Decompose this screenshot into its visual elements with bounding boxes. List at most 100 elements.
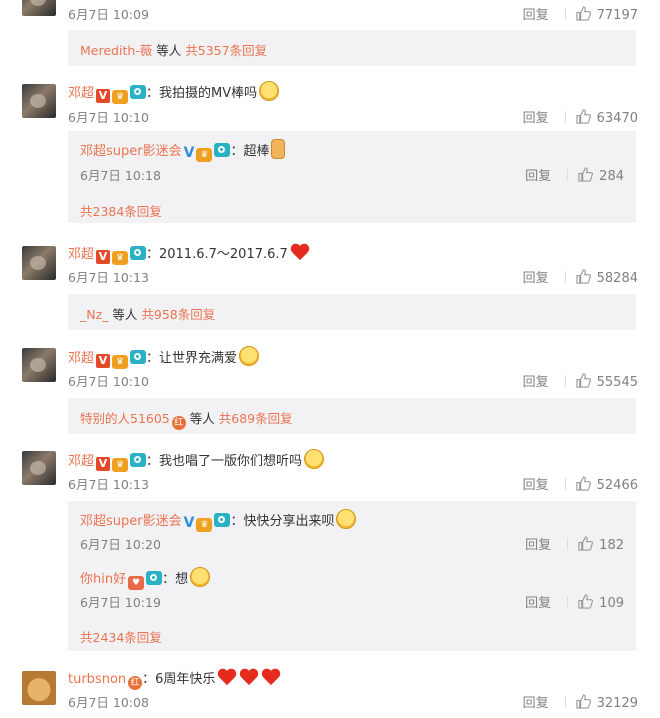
reply-button[interactable]: 回复 [525,169,551,184]
more-replies-link[interactable]: 共5357条回复 [185,43,267,58]
reply-text: ：想 [162,572,189,587]
comment-body: turbsnon 红：6周年快乐 [68,668,281,690]
like-button[interactable]: 284 [578,167,624,184]
user-name[interactable]: 邓超 [68,86,94,101]
user-name[interactable]: 邓超 [68,247,94,262]
like-count: 109 [599,596,624,611]
smile-face-icon [259,81,280,101]
reply-text: ：超棒 [230,144,270,159]
camera-badge-icon [146,571,163,585]
divider [567,538,569,550]
comment-1: 邓超 V ♛ ：我拍摄的MV棒吗 6月7日 10:10 回复 63470 邓超super… [0,76,660,226]
like-count: 63470 [596,111,638,126]
thumbs-up-icon [576,373,591,388]
camera-badge-icon [130,350,147,364]
like-count: 284 [599,169,624,184]
reply-actions: 回复 109 [525,592,624,611]
like-count: 182 [599,538,624,553]
comment-text: ：6周年快乐 [142,672,216,687]
like-count: 52466 [596,478,638,493]
avatar[interactable] [22,246,56,280]
reply-body: 邓超super影迷会 V ♛ ：超棒 [80,139,286,162]
more-replies-link[interactable]: 共2434条回复 [80,630,162,645]
reply-user-link[interactable]: _Nz_ [80,307,108,322]
reply-summary: Meredith-薇 等人 共5357条回复 [80,40,267,59]
comment-time: 6月7日 10:13 [68,270,149,285]
smile-face-icon [239,346,260,366]
user-name[interactable]: turbsnon [68,672,126,687]
user-name[interactable]: 邓超super影迷会 [80,514,182,529]
level-badge-icon: 红 [171,416,186,430]
user-name[interactable]: 邓超super影迷会 [80,144,182,159]
reply-summary: 共2434条回复 [80,627,162,646]
avatar[interactable] [22,0,56,16]
reply-button[interactable]: 回复 [523,8,549,23]
reply-button[interactable]: 回复 [523,111,549,126]
avatar[interactable] [22,451,56,485]
reply-button[interactable]: 回复 [523,478,549,493]
like-button[interactable]: 55545 [576,373,638,390]
comment-time: 6月7日 10:09 [68,7,149,22]
reply-actions: 回复 182 [525,534,624,553]
like-button[interactable]: 52466 [576,476,638,493]
divider [564,478,566,490]
reply-summary-box: 特别的人51605 红 等人 共689条回复 [68,398,636,434]
reply-user-link[interactable]: Meredith-薇 [80,43,152,58]
comment-time: 6月7日 10:08 [68,695,149,710]
etc-label: 等人 [189,411,215,426]
comment-4: 邓超 V ♛ ：我也唱了一版你们想听吗 6月7日 10:13 回复 52466 邓超su… [0,445,660,655]
thumbs-up-icon [578,536,594,551]
comment-text: ：我也唱了一版你们想听吗 [146,454,303,469]
divider [567,169,569,181]
avatar[interactable] [22,348,56,382]
reply-summary-box: _Nz_ 等人 共958条回复 [68,294,636,330]
more-replies-link[interactable]: 共689条回复 [219,411,293,426]
like-count: 58284 [596,271,638,286]
comment-actions: 回复 63470 [523,107,638,126]
crown-badge-icon: ♛ [112,458,129,472]
reply-button[interactable]: 回复 [525,596,551,611]
comment-text: ：2011.6.7～2017.6.7 [146,247,288,262]
reply-box: 邓超super影迷会 V ♛ ：超棒 6月7日 10:18 回复 284 共2384条回… [68,131,636,223]
more-replies-link[interactable]: 共958条回复 [141,307,215,322]
camera-badge-icon [130,453,147,467]
comment-body: 邓超 V ♛ ：我拍摄的MV棒吗 [68,81,280,104]
reply-time: 6月7日 10:20 [80,537,161,552]
like-button[interactable]: 32129 [576,694,638,711]
like-count: 55545 [596,375,638,390]
heart-icon [290,244,310,262]
reply-user-link[interactable]: 特别的人51605 [80,411,170,426]
reply-button[interactable]: 回复 [523,271,549,286]
comment-actions: 回复 52466 [523,474,638,493]
like-count: 32129 [596,696,638,711]
like-count: 77197 [596,8,638,23]
user-name[interactable]: 邓超 [68,454,94,469]
like-button[interactable]: 77197 [576,6,638,23]
comment-actions: 回复 77197 [523,4,638,23]
reply-time: 6月7日 10:18 [80,168,161,183]
more-replies-link[interactable]: 共2384条回复 [80,204,162,219]
camera-badge-icon [214,513,231,527]
comment-time: 6月7日 10:10 [68,110,149,125]
reply-button[interactable]: 回复 [523,696,549,711]
like-button[interactable]: 58284 [576,269,638,286]
thumbs-up-icon [576,694,591,709]
like-button[interactable]: 182 [578,536,624,553]
avatar[interactable] [22,84,56,118]
reply-actions: 回复 284 [525,165,624,184]
like-button[interactable]: 109 [578,594,624,611]
comment-body: 邓超 V ♛ ：让世界充满爱 [68,346,260,369]
heart-icon [217,669,237,687]
comment-time: 6月7日 10:13 [68,477,149,492]
reply-button[interactable]: 回复 [525,538,551,553]
camera-badge-icon [214,143,231,157]
user-name[interactable]: 邓超 [68,351,94,366]
heart-icon [261,669,281,687]
reply-button[interactable]: 回复 [523,375,549,390]
user-name[interactable]: 你hin好 [80,572,126,587]
comment-text: ：让世界充满爱 [146,351,238,366]
avatar[interactable] [22,671,56,705]
thumbs-up-icon [576,476,591,491]
divider [567,596,569,608]
like-button[interactable]: 63470 [576,109,638,126]
